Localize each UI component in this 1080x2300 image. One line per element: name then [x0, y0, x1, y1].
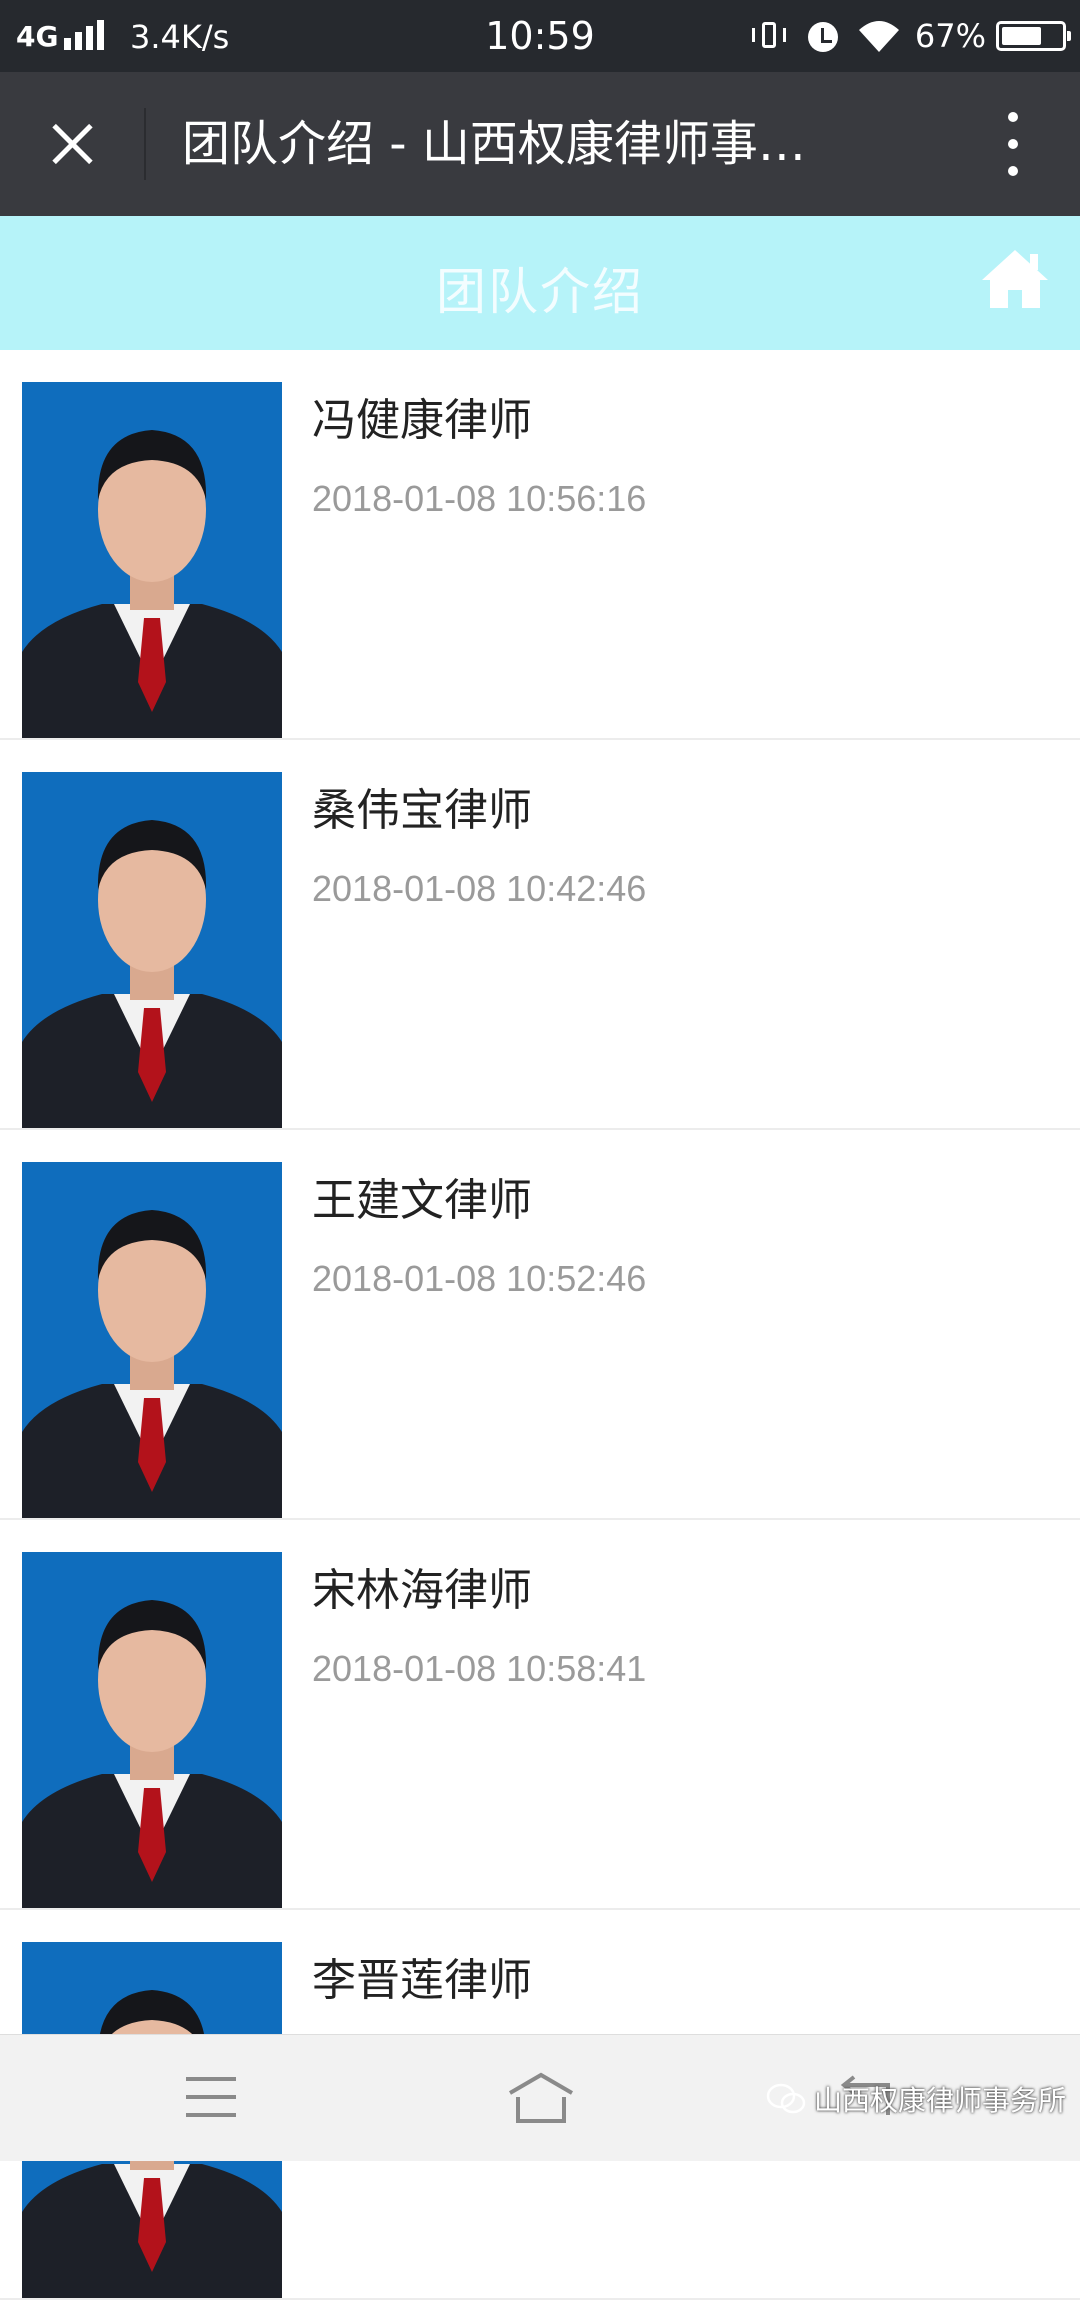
portrait-illustration	[22, 1162, 282, 1518]
list-item[interactable]: 宋林海律师 2018-01-08 10:58:41	[0, 1520, 1080, 1910]
wechat-icon	[766, 2083, 806, 2114]
list-item[interactable]: 桑伟宝律师 2018-01-08 10:42:46	[0, 740, 1080, 1130]
list-item[interactable]: 王建文律师 2018-01-08 10:52:46	[0, 1130, 1080, 1520]
battery-icon	[996, 21, 1071, 51]
close-button[interactable]	[34, 106, 110, 182]
post-date: 2018-01-08 10:52:46	[312, 1258, 647, 1299]
home-nav-icon[interactable]	[506, 2071, 576, 2125]
lawyer-name: 宋林海律师	[312, 1565, 532, 1616]
status-bar: 4G 3.4K/s 10:59 67%	[0, 0, 1080, 72]
lawyer-name: 王建文律师	[312, 1175, 532, 1226]
portrait-illustration	[22, 382, 282, 738]
app-titlebar: 团队介绍 - 山西权康律师事…	[0, 72, 1080, 216]
bottom-toolbar: 山西权康律师事务所	[0, 2034, 1080, 2161]
battery-percent: 67%	[914, 17, 986, 55]
lawyer-list: 冯健康律师 2018-01-08 10:56:16 桑伟宝律师 2018-01-…	[0, 350, 1080, 2300]
portrait-illustration	[22, 772, 282, 1128]
page-title: 团队介绍	[436, 263, 644, 321]
window-title: 团队介绍 - 山西权康律师事…	[182, 116, 806, 172]
post-date: 2018-01-08 10:56:16	[312, 478, 647, 519]
lawyer-name: 桑伟宝律师	[312, 785, 532, 836]
lawyer-photo	[22, 772, 282, 1128]
post-date: 2018-01-08 10:58:41	[312, 1648, 647, 1689]
watermark-text: 山西权康律师事务所	[814, 2084, 1067, 2117]
vibrate-icon	[749, 16, 789, 56]
list-item[interactable]: 冯健康律师 2018-01-08 10:56:16	[0, 350, 1080, 740]
titlebar-divider	[144, 108, 146, 180]
lawyer-name: 冯健康律师	[312, 395, 532, 446]
post-date: 2018-01-08 10:42:46	[312, 868, 647, 909]
page-header: 团队介绍	[0, 216, 1080, 350]
wifi-icon	[857, 16, 901, 56]
home-icon[interactable]	[980, 248, 1050, 310]
portrait-illustration	[22, 1552, 282, 1908]
lawyer-photo	[22, 1162, 282, 1518]
watermark: 山西权康律师事务所	[766, 2079, 1066, 2119]
lawyer-name: 李晋莲律师	[312, 1955, 532, 2006]
menu-icon[interactable]	[186, 2077, 236, 2117]
lawyer-photo	[22, 382, 282, 738]
alarm-icon	[803, 16, 843, 56]
more-options-button[interactable]	[1006, 112, 1020, 176]
lawyer-photo	[22, 1552, 282, 1908]
